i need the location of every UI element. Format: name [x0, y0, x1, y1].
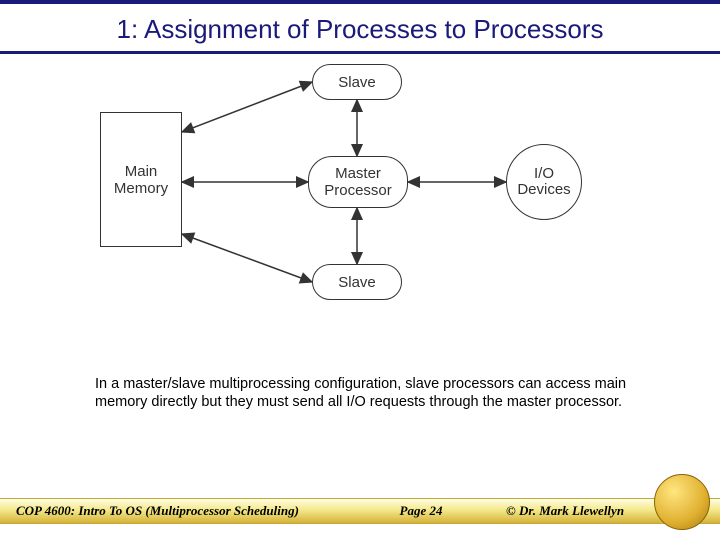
node-io-label: I/O Devices	[517, 166, 570, 199]
caption-text: In a master/slave multiprocessing config…	[95, 375, 635, 411]
node-main-memory: Main Memory	[100, 112, 182, 247]
ucf-pegasus-logo	[654, 474, 710, 530]
node-master: Master Processor	[308, 156, 408, 208]
node-master-label: Master Processor	[324, 165, 392, 200]
footer-bar: COP 4600: Intro To OS (Multiprocessor Sc…	[0, 498, 720, 524]
node-io-devices: I/O Devices	[506, 144, 582, 220]
slide-title: 1: Assignment of Processes to Processors	[0, 4, 720, 51]
footer-page: Page 24	[356, 503, 486, 519]
node-slave-bottom: Slave	[312, 264, 402, 300]
footer: COP 4600: Intro To OS (Multiprocessor Sc…	[0, 498, 720, 524]
node-slave-bottom-label: Slave	[338, 274, 376, 291]
node-slave-top: Slave	[312, 64, 402, 100]
diagram-area: Main Memory Slave Master Processor Slave…	[0, 54, 720, 334]
node-slave-top-label: Slave	[338, 74, 376, 91]
footer-course: COP 4600: Intro To OS (Multiprocessor Sc…	[16, 503, 356, 519]
node-main-memory-label: Main Memory	[114, 163, 168, 197]
